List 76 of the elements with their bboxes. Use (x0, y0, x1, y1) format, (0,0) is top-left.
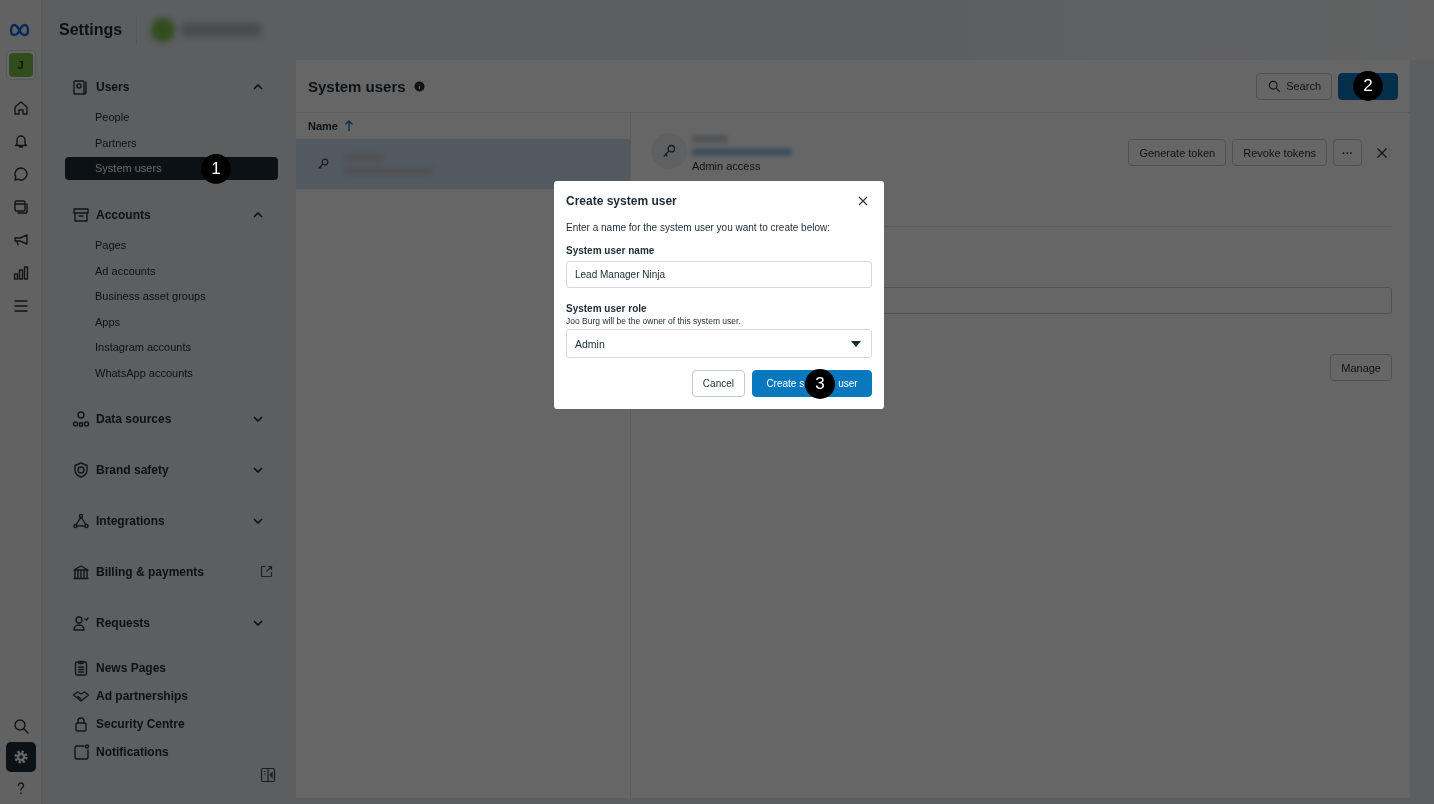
close-icon[interactable] (858, 196, 868, 206)
chevron-down-icon[interactable] (250, 619, 266, 626)
id-badge-icon (72, 77, 90, 96)
collapse-panel-icon[interactable] (260, 767, 276, 783)
network-nodes-icon (72, 409, 90, 428)
dialog-title: Create system user (566, 194, 677, 208)
page-title: Settings (59, 21, 123, 39)
section-label: Integrations (96, 513, 166, 528)
section-label: Billing & payments (96, 564, 206, 579)
search-icon (1267, 79, 1282, 93)
search-button[interactable]: Search (1256, 72, 1332, 100)
more-button[interactable]: ··· (1333, 139, 1362, 166)
section-label: News Pages (96, 661, 168, 675)
field-label: System user name (566, 245, 656, 256)
connected-points-icon (72, 511, 90, 530)
caret-icon (851, 340, 861, 347)
section-label: Ad partnerships (96, 689, 189, 703)
clipboard-icon (72, 659, 90, 677)
column-header[interactable]: Name (308, 120, 338, 132)
chevron-down-icon[interactable] (250, 415, 266, 422)
key-avatar-icon (651, 133, 687, 169)
settings-icon[interactable] (11, 748, 30, 766)
field-label: System user role (566, 303, 648, 314)
archive-box-icon (72, 205, 90, 224)
nav-item[interactable]: Instagram accounts (65, 335, 278, 361)
notification-square-icon (72, 743, 90, 761)
list-row[interactable] (296, 139, 630, 189)
section-label: Accounts (96, 207, 152, 222)
search-icon[interactable] (11, 717, 30, 735)
section-label: Notifications (96, 745, 170, 759)
home-icon[interactable] (11, 98, 30, 117)
role-dropdown[interactable]: Admin (566, 329, 872, 358)
shield-icon (72, 460, 90, 479)
nav-section[interactable]: Integrations (65, 502, 278, 539)
bank-building-icon (72, 562, 90, 581)
name-input-field[interactable]: Lead Manager Ninja (566, 261, 872, 288)
nav-item[interactable]: WhatsApp accounts (65, 360, 278, 386)
section-label: Users (96, 79, 131, 94)
nav-section[interactable]: Ad partnerships (65, 683, 278, 709)
token-button[interactable]: Generate token (1128, 139, 1227, 166)
bar-chart-icon[interactable] (11, 263, 30, 282)
manage-button[interactable]: Manage (1330, 354, 1392, 381)
stacked-windows-icon[interactable] (11, 197, 30, 216)
sort-arrow-icon[interactable] (343, 120, 354, 132)
nav-item[interactable]: People (65, 105, 278, 131)
nav-item[interactable]: Ad accounts (65, 258, 278, 284)
chat-bubble-icon[interactable] (11, 164, 30, 183)
chevron-down-icon[interactable] (250, 517, 266, 524)
external-link-icon[interactable] (258, 565, 274, 578)
nav-section[interactable]: Security Centre (65, 711, 278, 737)
nav-section[interactable]: Notifications (65, 739, 278, 765)
access-level: Admin access (692, 160, 762, 172)
section-title: System users (308, 77, 406, 95)
section-label: Requests (96, 615, 152, 630)
nav-item[interactable]: Partners (65, 130, 278, 156)
chevron-down-icon[interactable] (250, 466, 266, 473)
nav-section[interactable]: Brand safety (65, 451, 278, 488)
nav-section[interactable]: Data sources (65, 400, 278, 437)
section-label: Brand safety (96, 462, 170, 477)
person-check-icon (72, 613, 90, 632)
nav-section[interactable]: Requests (65, 604, 278, 641)
dialog-description: Enter a name for the system user you want to create below: (566, 222, 832, 233)
field-hint: Joo Burg will be the owner of this system user. (566, 316, 742, 326)
nav-section[interactable]: Billing & payments (65, 553, 278, 590)
nav-section[interactable]: Accounts (65, 196, 278, 233)
nav-item[interactable]: Apps (65, 309, 278, 335)
nav-item[interactable]: Pages (65, 233, 278, 259)
section-label: Security Centre (96, 717, 186, 731)
nav-section[interactable]: Users (65, 68, 278, 105)
info-icon[interactable] (413, 80, 425, 92)
lock-icon (72, 715, 90, 733)
nav-section[interactable]: News Pages (65, 655, 278, 681)
nav-item[interactable]: Business asset groups (65, 284, 278, 310)
cancel-button[interactable]: Cancel (691, 370, 745, 397)
section-label: Data sources (96, 411, 173, 426)
token-button[interactable]: Revoke tokens (1232, 139, 1327, 166)
